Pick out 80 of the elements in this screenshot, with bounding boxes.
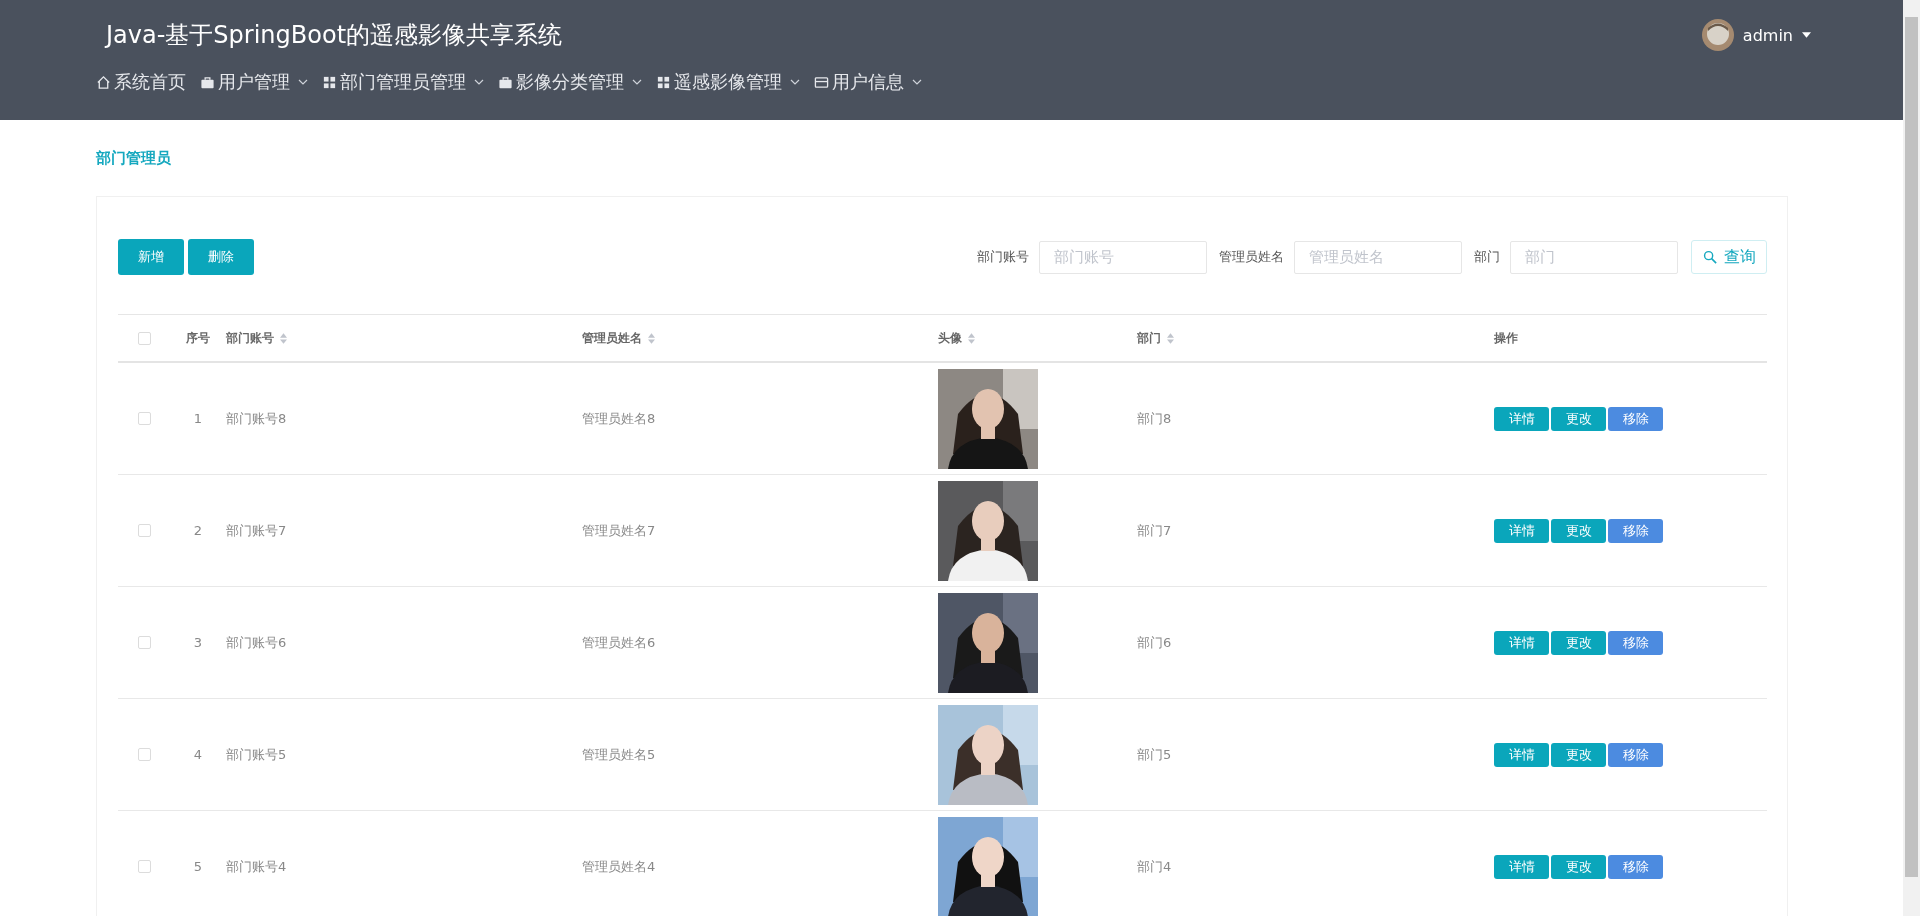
detail-button[interactable]: 详情: [1494, 630, 1549, 655]
detail-button[interactable]: 详情: [1494, 406, 1549, 431]
remove-button[interactable]: 移除: [1608, 742, 1663, 767]
home-icon: [96, 74, 111, 90]
column-header: 序号: [186, 329, 210, 347]
filter-input-field[interactable]: 部门: [1510, 240, 1678, 274]
add-button[interactable]: 新增: [118, 239, 184, 275]
row-checkbox[interactable]: [137, 860, 151, 873]
row-checkbox[interactable]: [137, 636, 151, 649]
table-cell: 5: [193, 859, 203, 874]
delete-button[interactable]: 删除: [188, 239, 254, 275]
remove-button[interactable]: 移除: [1608, 406, 1663, 431]
grid-icon: [322, 74, 337, 90]
detail-button[interactable]: 详情: [1494, 854, 1549, 879]
edit-button[interactable]: 更改: [1551, 854, 1606, 879]
sort-icon[interactable]: [280, 332, 287, 344]
table-cell: 部门账号4: [226, 857, 287, 876]
table-cell: 部门8: [1137, 409, 1172, 428]
sort-icon[interactable]: [648, 332, 655, 344]
nav-menu-item[interactable]: 遥感影像管理: [656, 70, 800, 94]
filter-label: 部门账号: [977, 248, 1029, 266]
edit-button[interactable]: 更改: [1551, 518, 1606, 543]
nav-menu-item[interactable]: 部门管理员管理: [322, 70, 484, 94]
row-checkbox[interactable]: [137, 748, 151, 761]
search-icon: [1702, 249, 1718, 265]
nav-menu-item[interactable]: 系统首页: [96, 70, 186, 94]
table-cell: 部门账号6: [226, 633, 287, 652]
table-cell: 部门5: [1137, 745, 1172, 764]
filter-label: 管理员姓名: [1219, 248, 1284, 266]
table-cell: 管理员姓名4: [582, 857, 656, 876]
user-menu[interactable]: admin: [1701, 19, 1811, 51]
search-button[interactable]: 查询: [1691, 240, 1767, 274]
select-all-checkbox[interactable]: [137, 331, 151, 345]
table-cell: 管理员姓名8: [582, 409, 656, 428]
detail-button[interactable]: 详情: [1494, 742, 1549, 767]
table-cell: 1: [193, 411, 203, 426]
table-cell: 部门6: [1137, 633, 1172, 652]
table-cell: 部门7: [1137, 521, 1172, 540]
breadcrumb-link[interactable]: 部门管理员: [96, 149, 171, 168]
nav-menu-item[interactable]: 影像分类管理: [498, 70, 642, 94]
table-cell: 管理员姓名6: [582, 633, 656, 652]
briefcase-icon: [200, 74, 215, 90]
app-title: Java-基于SpringBoot的遥感影像共享系统: [103, 20, 563, 51]
filter-input-field[interactable]: 部门账号: [1039, 240, 1207, 274]
row-checkbox[interactable]: [137, 524, 151, 537]
column-header: 部门: [1137, 329, 1161, 347]
table-cell: 3: [193, 635, 203, 650]
row-checkbox[interactable]: [137, 412, 151, 425]
edit-button[interactable]: 更改: [1551, 630, 1606, 655]
table-cell: 管理员姓名7: [582, 521, 656, 540]
table-cell: 部门账号7: [226, 521, 287, 540]
scrollbar-thumb[interactable]: [1905, 17, 1918, 877]
detail-button[interactable]: 详情: [1494, 518, 1549, 543]
column-header: 管理员姓名: [582, 329, 642, 347]
remove-button[interactable]: 移除: [1608, 630, 1663, 655]
sort-icon[interactable]: [1167, 332, 1174, 344]
table-cell: 部门4: [1137, 857, 1172, 876]
filter-label: 部门: [1474, 248, 1500, 266]
caret-icon: [1802, 32, 1811, 38]
briefcase-icon: [498, 74, 513, 90]
column-header: 操作: [1494, 329, 1518, 347]
nav-menu-item[interactable]: 用户信息: [814, 70, 922, 94]
sort-icon[interactable]: [968, 332, 975, 344]
table-cell: 部门账号5: [226, 745, 287, 764]
grid-icon: [656, 74, 671, 90]
filter-input-field[interactable]: 管理员姓名: [1294, 240, 1462, 274]
table-cell: 管理员姓名5: [582, 745, 656, 764]
remove-button[interactable]: 移除: [1608, 518, 1663, 543]
scrollbar[interactable]: [1903, 0, 1920, 916]
column-header: 头像: [938, 329, 962, 347]
edit-button[interactable]: 更改: [1551, 406, 1606, 431]
table-cell: 2: [193, 523, 203, 538]
edit-button[interactable]: 更改: [1551, 742, 1606, 767]
column-header: 部门账号: [226, 329, 274, 347]
card-icon: [814, 74, 829, 90]
remove-button[interactable]: 移除: [1608, 854, 1663, 879]
nav-menu-item[interactable]: 用户管理: [200, 70, 308, 94]
table-cell: 4: [193, 747, 203, 762]
user-avatar-icon: [1701, 19, 1734, 51]
table-cell: 部门账号8: [226, 409, 287, 428]
